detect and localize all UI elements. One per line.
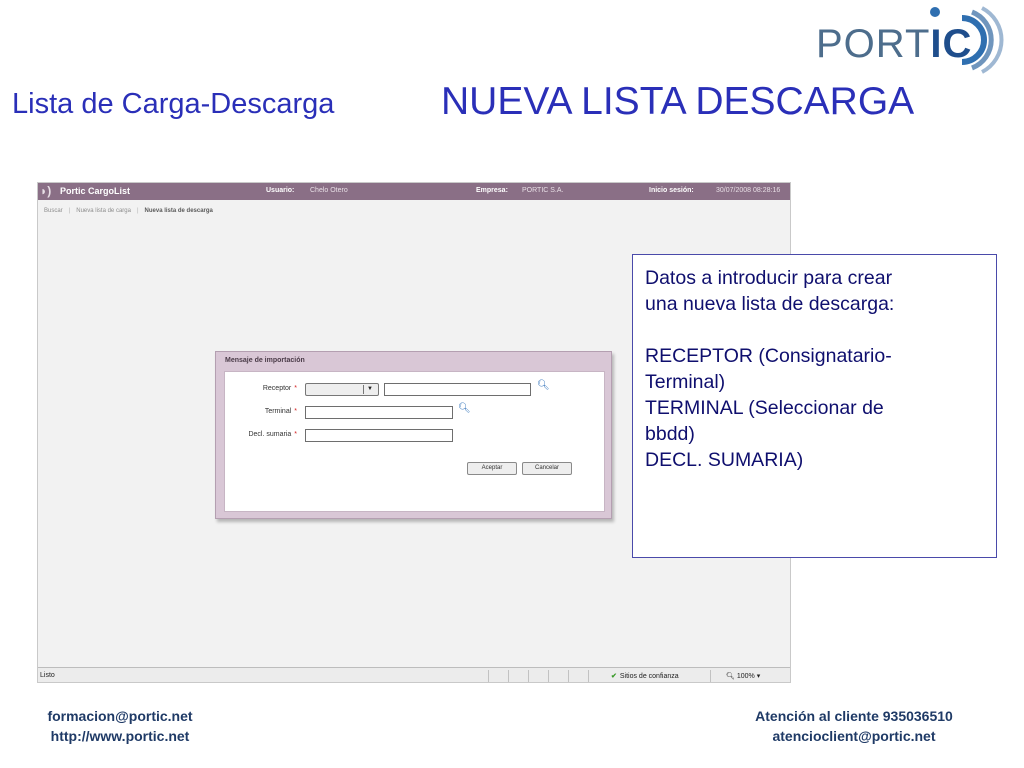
callout-line-5: DECL. SUMARIA) bbox=[645, 449, 804, 471]
breadcrumb-item-nueva-descarga[interactable]: Nueva lista de descarga bbox=[145, 208, 213, 214]
company-value: PORTIC S.A. bbox=[522, 187, 564, 194]
check-icon: ✔ bbox=[611, 673, 617, 680]
import-dialog: Mensaje de importación Receptor * ▼ 🔍︎ Te… bbox=[215, 351, 612, 519]
callout-line-3: TERMINAL (Seleccionar de bbox=[645, 397, 884, 419]
portic-logo: PORTIC bbox=[812, 4, 1012, 74]
user-label: Usuario: bbox=[266, 187, 295, 194]
app-header-bar: ◗) Portic CargoList Usuario: Chelo Otero… bbox=[38, 183, 790, 200]
footer-support-email[interactable]: atencioclient@portic.net bbox=[724, 726, 984, 746]
decl-sumaria-label: Decl. sumaria * bbox=[248, 431, 297, 438]
callout-line-2: Terminal) bbox=[645, 371, 726, 393]
slide-subtitle: Lista de Carga-Descarga bbox=[12, 88, 335, 120]
terminal-input[interactable] bbox=[305, 406, 453, 419]
callout-line-1: RECEPTOR (Consignatario- bbox=[645, 345, 892, 367]
footer-website[interactable]: http://www.portic.net bbox=[22, 726, 218, 746]
security-zone: ✔ Sitios de confianza bbox=[611, 673, 679, 680]
terminal-search-icon[interactable]: 🔍︎ bbox=[458, 403, 471, 414]
receptor-input[interactable] bbox=[384, 383, 531, 396]
breadcrumb: Buscar | Nueva lista de carga | Nueva lista … bbox=[44, 208, 213, 214]
footer-contact-left: formacion@portic.net http://www.portic.n… bbox=[22, 706, 218, 746]
footer-phone: Atención al cliente 935036510 bbox=[755, 708, 953, 724]
slide-title: NUEVA LISTA DESCARGA bbox=[441, 80, 915, 123]
user-value: Chelo Otero bbox=[310, 187, 348, 194]
terminal-label: Terminal * bbox=[264, 408, 297, 415]
callout-intro-1: Datos a introducir para crear bbox=[645, 267, 893, 289]
callout-line-4: bbdd) bbox=[645, 423, 695, 445]
app-name: Portic CargoList bbox=[60, 186, 131, 196]
callout-intro-2: una nueva lista de descarga: bbox=[645, 293, 895, 315]
receptor-search-icon[interactable]: 🔍︎ bbox=[537, 380, 550, 391]
accept-button[interactable]: Aceptar bbox=[467, 462, 517, 475]
dialog-title: Mensaje de importación bbox=[225, 357, 305, 364]
footer-email[interactable]: formacion@portic.net bbox=[22, 706, 218, 726]
dialog-body: Receptor * ▼ 🔍︎ Terminal * 🔍︎ Decl. sumari… bbox=[224, 371, 605, 512]
session-label: Inicio sesión: bbox=[649, 187, 694, 194]
instructions-callout: Datos a introducir para crear una nueva … bbox=[632, 254, 997, 558]
session-value: 30/07/2008 08:28:16 bbox=[716, 187, 781, 194]
app-logo-icon: ◗) bbox=[40, 184, 52, 198]
browser-status-bar: Listo ✔ Sitios de confianza 🔍︎ 100% ▾ bbox=[38, 667, 790, 682]
status-text: Listo bbox=[40, 672, 55, 679]
footer-contact-right: Atención al cliente 935036510 atenciocli… bbox=[724, 706, 984, 746]
chevron-down-icon[interactable]: ▼ bbox=[363, 385, 376, 394]
slide: PORTIC Lista de Carga-Descarga NUEVA LIS… bbox=[0, 0, 1024, 768]
decl-sumaria-input[interactable] bbox=[305, 429, 453, 442]
logo-wordmark: PORTIC bbox=[816, 22, 973, 66]
cancel-button[interactable]: Cancelar bbox=[522, 462, 572, 475]
breadcrumb-item-nueva-carga[interactable]: Nueva lista de carga bbox=[76, 208, 131, 214]
receptor-type-select[interactable]: ▼ bbox=[305, 383, 379, 396]
company-label: Empresa: bbox=[476, 187, 508, 194]
breadcrumb-item-buscar[interactable]: Buscar bbox=[44, 208, 63, 214]
zoom-control[interactable]: 🔍︎ 100% ▾ bbox=[726, 672, 760, 680]
receptor-label: Receptor * bbox=[262, 385, 297, 392]
